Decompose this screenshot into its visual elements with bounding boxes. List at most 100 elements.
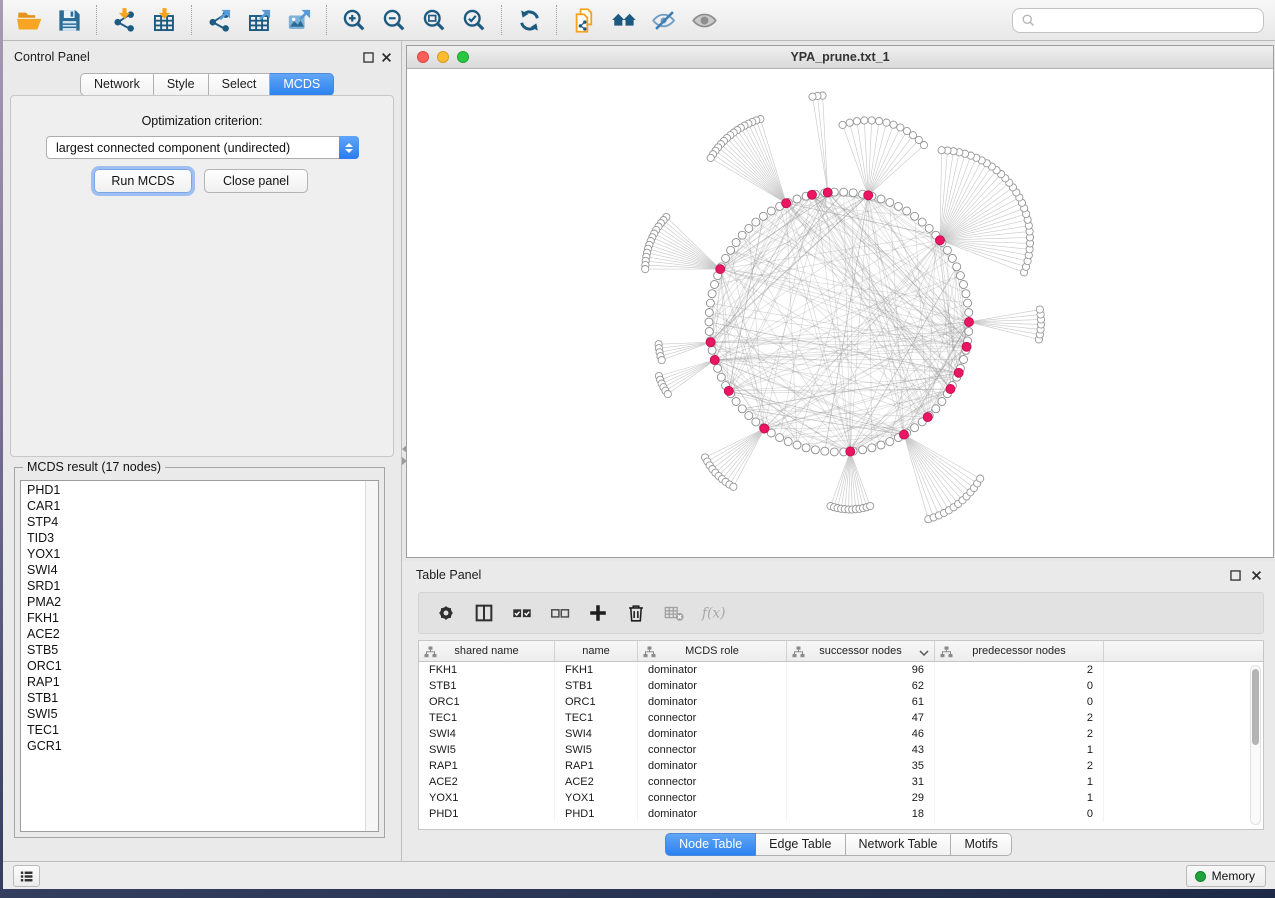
show-log-button[interactable] bbox=[13, 865, 40, 887]
columns-icon bbox=[473, 602, 495, 624]
search-input[interactable] bbox=[1036, 11, 1263, 31]
column-header-shared-name[interactable]: shared name bbox=[419, 641, 555, 661]
save-button[interactable] bbox=[49, 3, 89, 37]
mcds-result-item[interactable]: ACE2 bbox=[21, 626, 364, 642]
copy-style-button[interactable] bbox=[564, 3, 604, 37]
mcds-result-list[interactable]: PHD1CAR1STP4TID3YOX1SWI4SRD1PMA2FKH1ACE2… bbox=[20, 480, 379, 832]
first-neighbors-icon bbox=[611, 7, 638, 34]
cell-shared-name: ORC1 bbox=[419, 694, 555, 710]
add-row-button[interactable] bbox=[579, 596, 617, 630]
float-table-panel-icon[interactable] bbox=[1229, 569, 1242, 582]
table-row[interactable]: STB1STB1dominator620 bbox=[419, 678, 1263, 694]
tab-node-table[interactable]: Node Table bbox=[665, 833, 756, 856]
network-canvas[interactable] bbox=[407, 69, 1273, 557]
cell-successor-nodes: 31 bbox=[787, 774, 935, 790]
close-panel-icon[interactable] bbox=[380, 51, 393, 64]
tab-select[interactable]: Select bbox=[209, 73, 271, 96]
table-row[interactable]: ORC1ORC1dominator610 bbox=[419, 694, 1263, 710]
mcds-result-item[interactable]: STB1 bbox=[21, 690, 364, 706]
export-image-button[interactable] bbox=[279, 3, 319, 37]
window-minimize-icon[interactable] bbox=[437, 51, 449, 63]
table-row[interactable]: SWI4SWI4dominator462 bbox=[419, 726, 1263, 742]
mcds-result-item[interactable]: SRD1 bbox=[21, 578, 364, 594]
table-header-row: shared name nameMCDS rolesuccessor nodesp… bbox=[419, 641, 1263, 662]
table-row[interactable]: SWI5SWI5connector431 bbox=[419, 742, 1263, 758]
cell-predecessor-nodes: 1 bbox=[935, 790, 1104, 806]
mcds-result-item[interactable]: CAR1 bbox=[21, 498, 364, 514]
tab-mcds[interactable]: MCDS bbox=[270, 73, 334, 96]
table-row[interactable]: FKH1FKH1dominator962 bbox=[419, 662, 1263, 678]
mcds-result-item[interactable]: PHD1 bbox=[21, 482, 364, 498]
table-row[interactable]: YOX1YOX1connector291 bbox=[419, 790, 1263, 806]
column-header-MCDS-role[interactable]: MCDS role bbox=[638, 641, 787, 661]
search-box[interactable] bbox=[1012, 8, 1264, 33]
cell-name: STB1 bbox=[555, 678, 638, 694]
table-row[interactable]: TEC1TEC1connector472 bbox=[419, 710, 1263, 726]
table-row[interactable]: RAP1RAP1dominator352 bbox=[419, 758, 1263, 774]
import-table-button[interactable] bbox=[144, 3, 184, 37]
function-builder-button[interactable]: f(x) bbox=[693, 596, 731, 630]
cell-successor-nodes: 47 bbox=[787, 710, 935, 726]
cell-shared-name: FKH1 bbox=[419, 662, 555, 678]
run-mcds-button[interactable]: Run MCDS bbox=[94, 169, 192, 193]
tab-motifs[interactable]: Motifs bbox=[951, 833, 1011, 856]
show-all-button[interactable] bbox=[684, 3, 724, 37]
destroy-table-button[interactable] bbox=[655, 596, 693, 630]
mcds-result-item[interactable]: TID3 bbox=[21, 530, 364, 546]
column-header-successor-nodes[interactable]: successor nodes bbox=[787, 641, 935, 661]
mcds-result-item[interactable]: ORC1 bbox=[21, 658, 364, 674]
mcds-list-scrollbar[interactable] bbox=[365, 481, 378, 831]
network-graph[interactable] bbox=[407, 69, 1273, 557]
table-scrollbar[interactable] bbox=[1250, 665, 1261, 825]
mcds-result-item[interactable]: STP4 bbox=[21, 514, 364, 530]
window-maximize-icon[interactable] bbox=[457, 51, 469, 63]
tab-network-table[interactable]: Network Table bbox=[846, 833, 952, 856]
table-row[interactable]: PHD1PHD1dominator180 bbox=[419, 806, 1263, 822]
memory-button[interactable]: Memory bbox=[1186, 865, 1266, 887]
select-all-button[interactable] bbox=[503, 596, 541, 630]
float-panel-icon[interactable] bbox=[362, 51, 375, 64]
mcds-result-item[interactable]: TEC1 bbox=[21, 722, 364, 738]
mcds-result-item[interactable]: SWI5 bbox=[21, 706, 364, 722]
import-network-button[interactable] bbox=[104, 3, 144, 37]
mcds-result-item[interactable]: GCR1 bbox=[21, 738, 364, 754]
mcds-result-item[interactable]: RAP1 bbox=[21, 674, 364, 690]
cell-predecessor-nodes: 0 bbox=[935, 806, 1104, 822]
column-header-label: shared name bbox=[454, 645, 518, 657]
table-row[interactable]: ACE2ACE2connector311 bbox=[419, 774, 1263, 790]
deselect-all-button[interactable] bbox=[541, 596, 579, 630]
mcds-result-item[interactable]: FKH1 bbox=[21, 610, 364, 626]
optimization-criterion-select[interactable]: largest connected component (undirected) bbox=[46, 136, 359, 159]
cell-successor-nodes: 29 bbox=[787, 790, 935, 806]
mcds-result-item[interactable]: STB5 bbox=[21, 642, 364, 658]
window-close-icon[interactable] bbox=[417, 51, 429, 63]
settings-button[interactable] bbox=[427, 596, 465, 630]
column-header-name[interactable]: name bbox=[555, 641, 638, 661]
open-button[interactable] bbox=[9, 3, 49, 37]
close-panel-button[interactable]: Close panel bbox=[204, 169, 308, 193]
mcds-result-item[interactable]: YOX1 bbox=[21, 546, 364, 562]
save-icon bbox=[56, 7, 83, 34]
columns-button[interactable] bbox=[465, 596, 503, 630]
mcds-result-item[interactable]: SWI4 bbox=[21, 562, 364, 578]
export-network-button[interactable] bbox=[199, 3, 239, 37]
hide-selected-button[interactable] bbox=[644, 3, 684, 37]
delete-row-button[interactable] bbox=[617, 596, 655, 630]
open-icon bbox=[16, 7, 43, 34]
zoom-in-button[interactable] bbox=[334, 3, 374, 37]
refresh-button[interactable] bbox=[509, 3, 549, 37]
tab-edge-table[interactable]: Edge Table bbox=[756, 833, 845, 856]
close-table-panel-icon[interactable] bbox=[1250, 569, 1263, 582]
export-table-button[interactable] bbox=[239, 3, 279, 37]
zoom-out-button[interactable] bbox=[374, 3, 414, 37]
first-neighbors-button[interactable] bbox=[604, 3, 644, 37]
zoom-selected-button[interactable] bbox=[454, 3, 494, 37]
network-window-titlebar[interactable]: YPA_prune.txt_1 bbox=[407, 46, 1273, 69]
table-scrollbar-thumb[interactable] bbox=[1252, 669, 1259, 745]
column-header-predecessor-nodes[interactable]: predecessor nodes bbox=[935, 641, 1104, 661]
mcds-result-item[interactable]: PMA2 bbox=[21, 594, 364, 610]
tab-network[interactable]: Network bbox=[80, 73, 154, 96]
zoom-fit-button[interactable] bbox=[414, 3, 454, 37]
cell-shared-name: SWI5 bbox=[419, 742, 555, 758]
tab-style[interactable]: Style bbox=[154, 73, 209, 96]
